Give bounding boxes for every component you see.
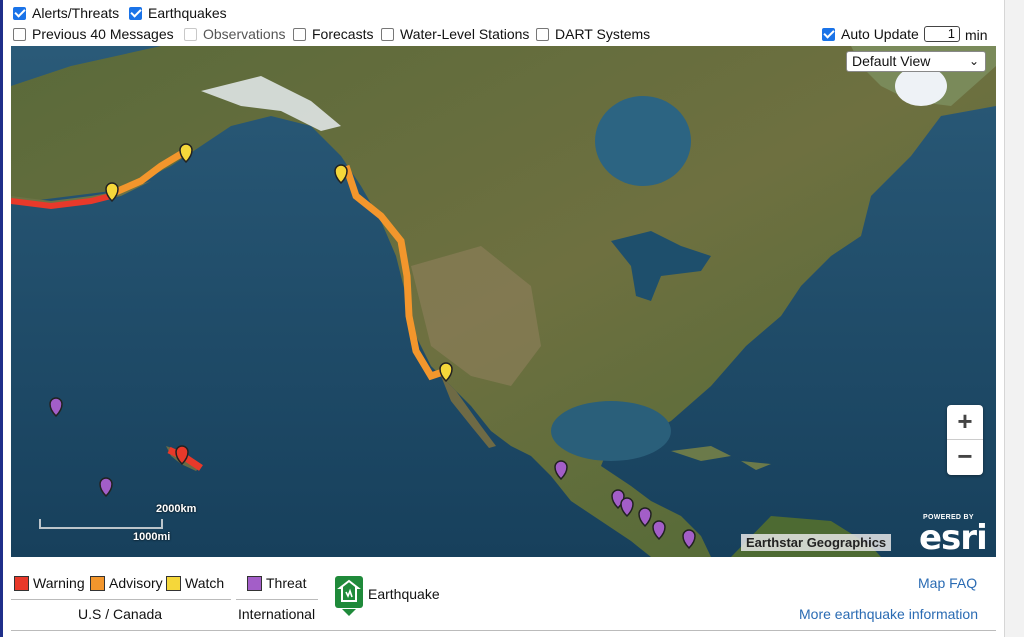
water-level-check-icon[interactable] (381, 27, 394, 41)
zoom-in-button[interactable]: + (947, 405, 983, 440)
view-select-value: Default View (852, 53, 931, 69)
legend-advisory: Advisory (90, 575, 163, 591)
earthquake-icon (335, 576, 363, 616)
window-frame-right (1004, 0, 1024, 637)
scale-km-label: 2000km (156, 503, 197, 515)
water-level-label: Water-Level Stations (400, 26, 530, 42)
forecasts-label: Forecasts (312, 26, 374, 42)
gulf-of-mexico (551, 401, 671, 461)
chevron-down-icon: ⌄ (968, 54, 979, 68)
legend-watch-label: Watch (185, 575, 225, 591)
forecasts-check-icon[interactable] (293, 27, 306, 41)
dart-systems-checkbox[interactable]: DART Systems (536, 26, 650, 42)
zoom-out-button[interactable]: − (947, 440, 983, 474)
auto-update-label: Auto Update (841, 26, 919, 42)
observations-checkbox[interactable]: Observations (184, 26, 285, 42)
more-earthquake-info-link[interactable]: More earthquake information (799, 606, 978, 622)
legend-threat: Threat (247, 575, 306, 591)
earthquakes-check-icon[interactable] (129, 6, 142, 20)
auto-update-check-icon[interactable] (822, 27, 835, 41)
window-frame-left (0, 0, 3, 637)
international-label: International (238, 606, 316, 622)
water-level-stations-checkbox[interactable]: Water-Level Stations (381, 26, 529, 42)
observations-check-icon[interactable] (184, 27, 197, 41)
earthquakes-label: Earthquakes (148, 5, 227, 21)
forecasts-checkbox[interactable]: Forecasts (293, 26, 373, 42)
legend-warning: Warning (14, 575, 85, 591)
us-canada-divider (11, 599, 231, 600)
legend-threat-label: Threat (266, 575, 307, 591)
zoom-control: + − (947, 405, 983, 475)
watch-swatch (166, 575, 181, 591)
map-view[interactable]: Default View ⌄ + − 2000km 1000mi Earthst… (11, 46, 996, 557)
previous-messages-checkbox[interactable]: Previous 40 Messages (13, 26, 174, 42)
legend-warning-label: Warning (33, 575, 85, 591)
warning-swatch (14, 575, 29, 591)
international-divider (236, 599, 318, 600)
us-canada-label: U.S / Canada (78, 606, 163, 622)
view-select[interactable]: Default View ⌄ (846, 51, 986, 72)
auto-update-interval-input[interactable]: 1 (924, 26, 960, 42)
observations-label: Observations (203, 26, 286, 42)
advisory-swatch (90, 575, 105, 591)
threat-swatch (247, 575, 262, 591)
auto-update-checkbox[interactable]: Auto Update (822, 26, 919, 42)
hudson-bay (595, 96, 691, 186)
map-canvas (11, 46, 996, 557)
alerts-threats-check-icon[interactable] (13, 6, 26, 20)
earthquakes-checkbox[interactable]: Earthquakes (129, 5, 227, 21)
legend-advisory-label: Advisory (109, 575, 163, 591)
map-attribution: Earthstar Geographics (741, 534, 892, 551)
alerts-threats-checkbox[interactable]: Alerts/Threats (13, 5, 119, 21)
bottom-divider (11, 630, 996, 631)
dart-systems-label: DART Systems (555, 26, 651, 42)
esri-logo: esri (919, 518, 988, 557)
auto-update-unit: min (965, 27, 988, 43)
scale-mi-label: 1000mi (133, 531, 171, 543)
earthquake-legend-label: Earthquake (368, 586, 440, 602)
dart-systems-check-icon[interactable] (536, 27, 549, 41)
map-faq-link[interactable]: Map FAQ (918, 575, 977, 591)
greenland-ice (895, 66, 947, 106)
scale-bar (39, 519, 163, 529)
legend-watch: Watch (166, 575, 224, 591)
previous-messages-label: Previous 40 Messages (32, 26, 174, 42)
alerts-threats-label: Alerts/Threats (32, 5, 120, 21)
previous-messages-check-icon[interactable] (13, 27, 26, 41)
